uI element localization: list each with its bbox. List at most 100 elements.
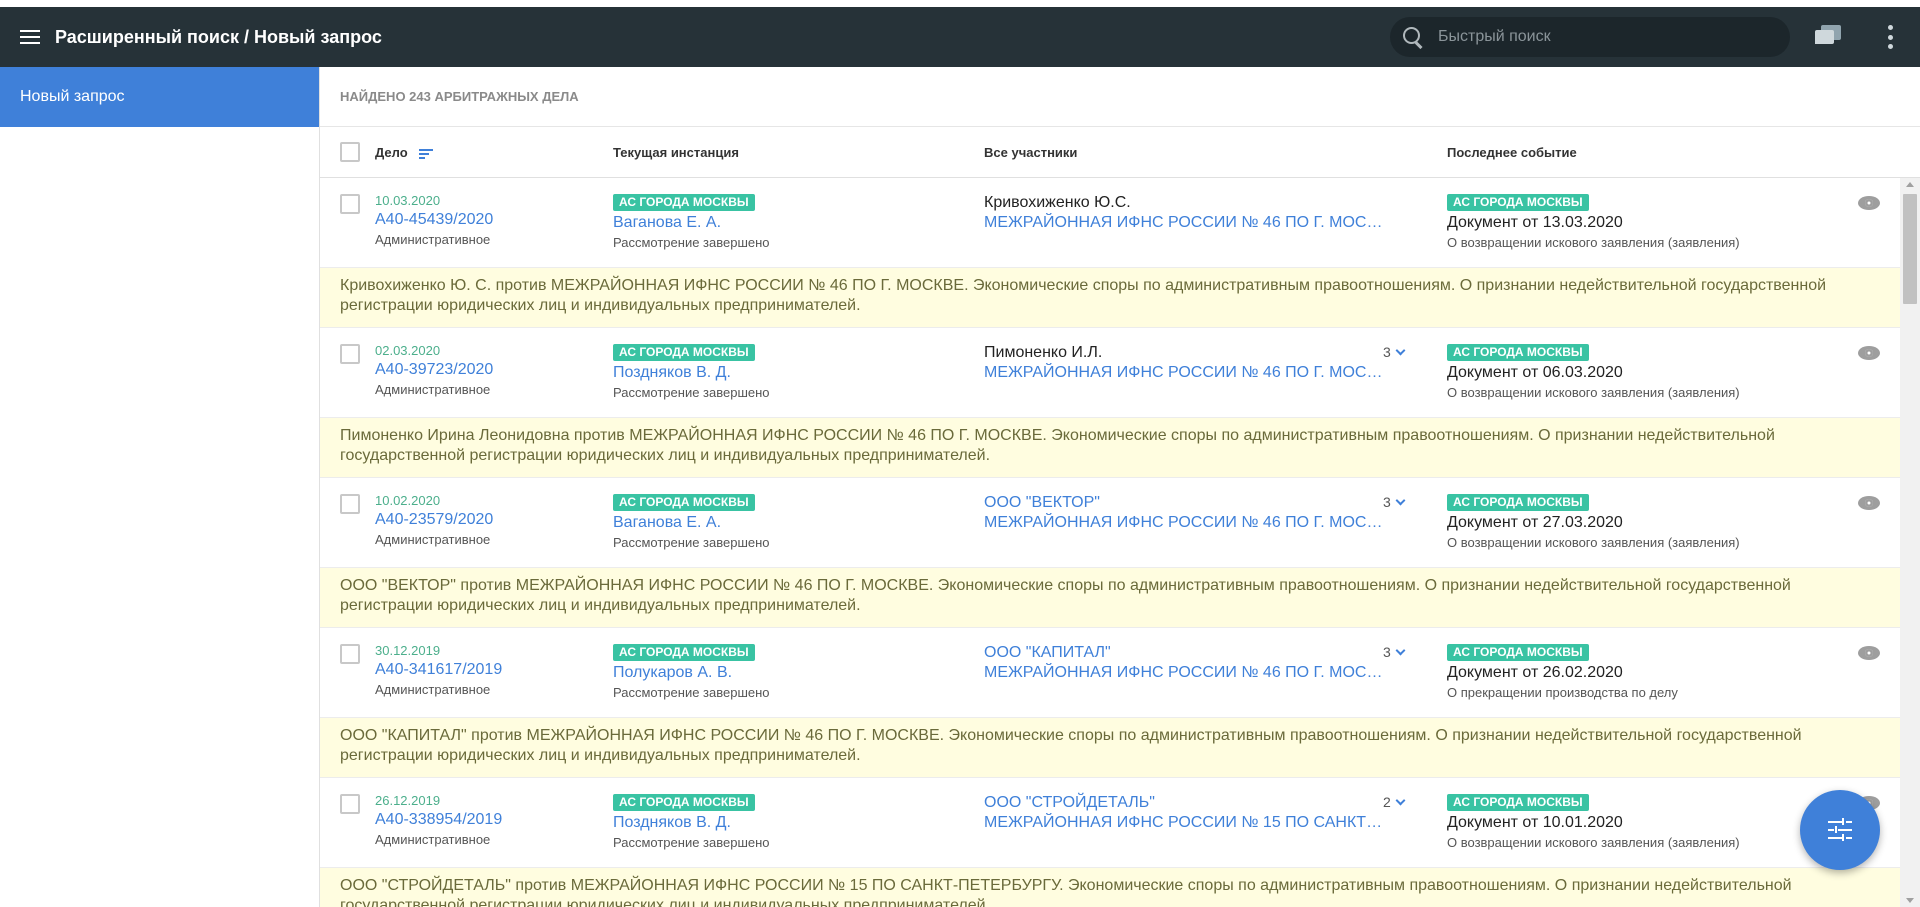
defendant-link[interactable]: МЕЖРАЙОННАЯ ИФНС РОССИИ № 46 ПО Г. МОСКВ… xyxy=(984,513,1384,533)
quick-search xyxy=(1390,17,1790,57)
column-case[interactable]: Дело xyxy=(375,145,434,160)
eye-icon[interactable] xyxy=(1858,496,1880,510)
more-vert-icon[interactable] xyxy=(1880,25,1900,49)
case-number-link[interactable]: А40-39723/2020 xyxy=(375,359,493,381)
case-date: 02.03.2020 xyxy=(375,343,441,358)
case-category: Административное xyxy=(375,232,491,247)
eye-icon[interactable] xyxy=(1858,346,1880,360)
case-summary: Пимоненко Ирина Леонидовна против МЕЖРАЙ… xyxy=(320,418,1900,478)
event-description: О возвращении искового заявления (заявле… xyxy=(1447,385,1740,400)
judge-name: Поздняков В. Д. xyxy=(613,364,731,381)
participants-count: 2 xyxy=(1383,794,1391,810)
judge-name: Ваганова Е. А. xyxy=(613,514,722,531)
judge-name: Ваганова Е. А. xyxy=(613,214,722,231)
court-badge: АС ГОРОДА МОСКВЫ xyxy=(613,494,755,511)
case-number-link[interactable]: А40-45439/2020 xyxy=(375,209,493,231)
participants-count: 3 xyxy=(1383,344,1391,360)
case-summary: ООО "ВЕКТОР" против МЕЖРАЙОННАЯ ИФНС РОС… xyxy=(320,568,1900,628)
table-row: 10.02.2020 А40-23579/2020 Административн… xyxy=(320,478,1900,568)
case-status: Рассмотрение завершено xyxy=(613,535,770,550)
participants-expand[interactable]: 3 xyxy=(1383,644,1406,660)
eye-icon[interactable] xyxy=(1858,196,1880,210)
scroll-up-arrow-icon[interactable] xyxy=(1906,182,1914,187)
plaintiff: Пимоненко И.Л. xyxy=(984,344,1103,361)
event-document: Документ от 13.03.2020 xyxy=(1447,214,1623,231)
case-status: Рассмотрение завершено xyxy=(613,835,770,850)
case-number-link[interactable]: А40-23579/2020 xyxy=(375,509,493,531)
event-document: Документ от 10.01.2020 xyxy=(1447,814,1623,831)
row-checkbox[interactable] xyxy=(340,344,360,364)
case-number-link[interactable]: А40-338954/2019 xyxy=(375,809,502,831)
event-court-badge: АС ГОРОДА МОСКВЫ xyxy=(1447,494,1589,511)
court-badge: АС ГОРОДА МОСКВЫ xyxy=(613,644,755,661)
table-header: Дело Текущая инстанция Все участники Пос… xyxy=(320,127,1920,178)
defendant-link[interactable]: МЕЖРАЙОННАЯ ИФНС РОССИИ № 15 ПО САНКТ-ПЕ… xyxy=(984,813,1384,833)
event-document: Документ от 26.02.2020 xyxy=(1447,664,1623,681)
sort-icon[interactable] xyxy=(419,148,434,159)
case-category: Административное xyxy=(375,682,491,697)
table-row: 30.12.2019 А40-341617/2019 Административ… xyxy=(320,628,1900,718)
court-badge: АС ГОРОДА МОСКВЫ xyxy=(613,344,755,361)
search-input[interactable] xyxy=(1438,28,1768,46)
participants-expand[interactable]: 3 xyxy=(1383,494,1406,510)
column-instance: Текущая инстанция xyxy=(613,145,739,160)
row-checkbox[interactable] xyxy=(340,644,360,664)
scrollbar[interactable] xyxy=(1900,178,1920,907)
event-description: О возвращении искового заявления (заявле… xyxy=(1447,235,1740,250)
column-last-event: Последнее событие xyxy=(1447,145,1577,160)
participants-count: 3 xyxy=(1383,644,1391,660)
menu-icon[interactable] xyxy=(0,7,60,67)
case-status: Рассмотрение завершено xyxy=(613,685,770,700)
participants-expand[interactable]: 2 xyxy=(1383,794,1406,810)
case-date: 30.12.2019 xyxy=(375,643,441,658)
filter-fab-button[interactable] xyxy=(1800,790,1880,870)
case-category: Административное xyxy=(375,832,491,847)
case-category: Административное xyxy=(375,532,491,547)
defendant-link[interactable]: МЕЖРАЙОННАЯ ИФНС РОССИИ № 46 ПО Г. МОСКВ… xyxy=(984,363,1384,383)
table-row: 10.03.2020 А40-45439/2020 Административн… xyxy=(320,178,1900,268)
table-row: 02.03.2020 А40-39723/2020 Административн… xyxy=(320,328,1900,418)
column-case-label: Дело xyxy=(375,145,408,160)
row-checkbox[interactable] xyxy=(340,494,360,514)
defendant-link[interactable]: МЕЖРАЙОННАЯ ИФНС РОССИИ № 46 ПО Г. МОСКВ… xyxy=(984,663,1384,683)
app-bar: Расширенный поиск / Новый запрос xyxy=(0,7,1920,67)
case-date: 26.12.2019 xyxy=(375,793,441,808)
event-document: Документ от 27.03.2020 xyxy=(1447,514,1623,531)
participants-expand[interactable]: 3 xyxy=(1383,344,1406,360)
results-panel: НАЙДЕНО 243 АРБИТРАЖНЫХ ДЕЛА Дело Текуща… xyxy=(320,67,1920,907)
judge-name: Полукаров А. В. xyxy=(613,664,733,681)
defendant-link[interactable]: МЕЖРАЙОННАЯ ИФНС РОССИИ № 46 ПО Г. МОСКВ… xyxy=(984,213,1384,233)
case-number-link[interactable]: А40-341617/2019 xyxy=(375,659,502,681)
case-category: Административное xyxy=(375,382,491,397)
plaintiff: Кривохиженко Ю.С. xyxy=(984,194,1131,211)
event-court-badge: АС ГОРОДА МОСКВЫ xyxy=(1447,794,1589,811)
scroll-thumb[interactable] xyxy=(1903,194,1917,304)
event-court-badge: АС ГОРОДА МОСКВЫ xyxy=(1447,194,1589,211)
search-icon[interactable] xyxy=(1402,26,1424,48)
tune-icon xyxy=(1828,818,1852,842)
chat-icon[interactable] xyxy=(1815,25,1841,49)
plaintiff-link[interactable]: ООО "СТРОЙДЕТАЛЬ" xyxy=(984,793,1414,813)
event-description: О прекращении производства по делу xyxy=(1447,685,1678,700)
results-list: 10.03.2020 А40-45439/2020 Административн… xyxy=(320,178,1900,907)
chevron-down-icon xyxy=(1395,345,1406,356)
court-badge: АС ГОРОДА МОСКВЫ xyxy=(613,794,755,811)
case-date: 10.03.2020 xyxy=(375,193,441,208)
event-description: О возвращении искового заявления (заявле… xyxy=(1447,535,1740,550)
chevron-down-icon xyxy=(1395,495,1406,506)
eye-icon[interactable] xyxy=(1858,646,1880,660)
row-checkbox[interactable] xyxy=(340,794,360,814)
plaintiff-link[interactable]: ООО "ВЕКТОР" xyxy=(984,493,1414,513)
case-summary: Кривохиженко Ю. С. против МЕЖРАЙОННАЯ ИФ… xyxy=(320,268,1900,328)
event-court-badge: АС ГОРОДА МОСКВЫ xyxy=(1447,644,1589,661)
table-row: 26.12.2019 А40-338954/2019 Административ… xyxy=(320,778,1900,868)
plaintiff-link[interactable]: ООО "КАПИТАЛ" xyxy=(984,643,1414,663)
case-summary: ООО "СТРОЙДЕТАЛЬ" против МЕЖРАЙОННАЯ ИФН… xyxy=(320,868,1900,907)
select-all-checkbox[interactable] xyxy=(340,142,360,162)
court-badge: АС ГОРОДА МОСКВЫ xyxy=(613,194,755,211)
scroll-down-arrow-icon[interactable] xyxy=(1906,898,1914,903)
sidebar: Новый запрос xyxy=(0,67,320,907)
row-checkbox[interactable] xyxy=(340,194,360,214)
sidebar-item-new-request[interactable]: Новый запрос xyxy=(0,67,319,127)
judge-name: Поздняков В. Д. xyxy=(613,814,731,831)
